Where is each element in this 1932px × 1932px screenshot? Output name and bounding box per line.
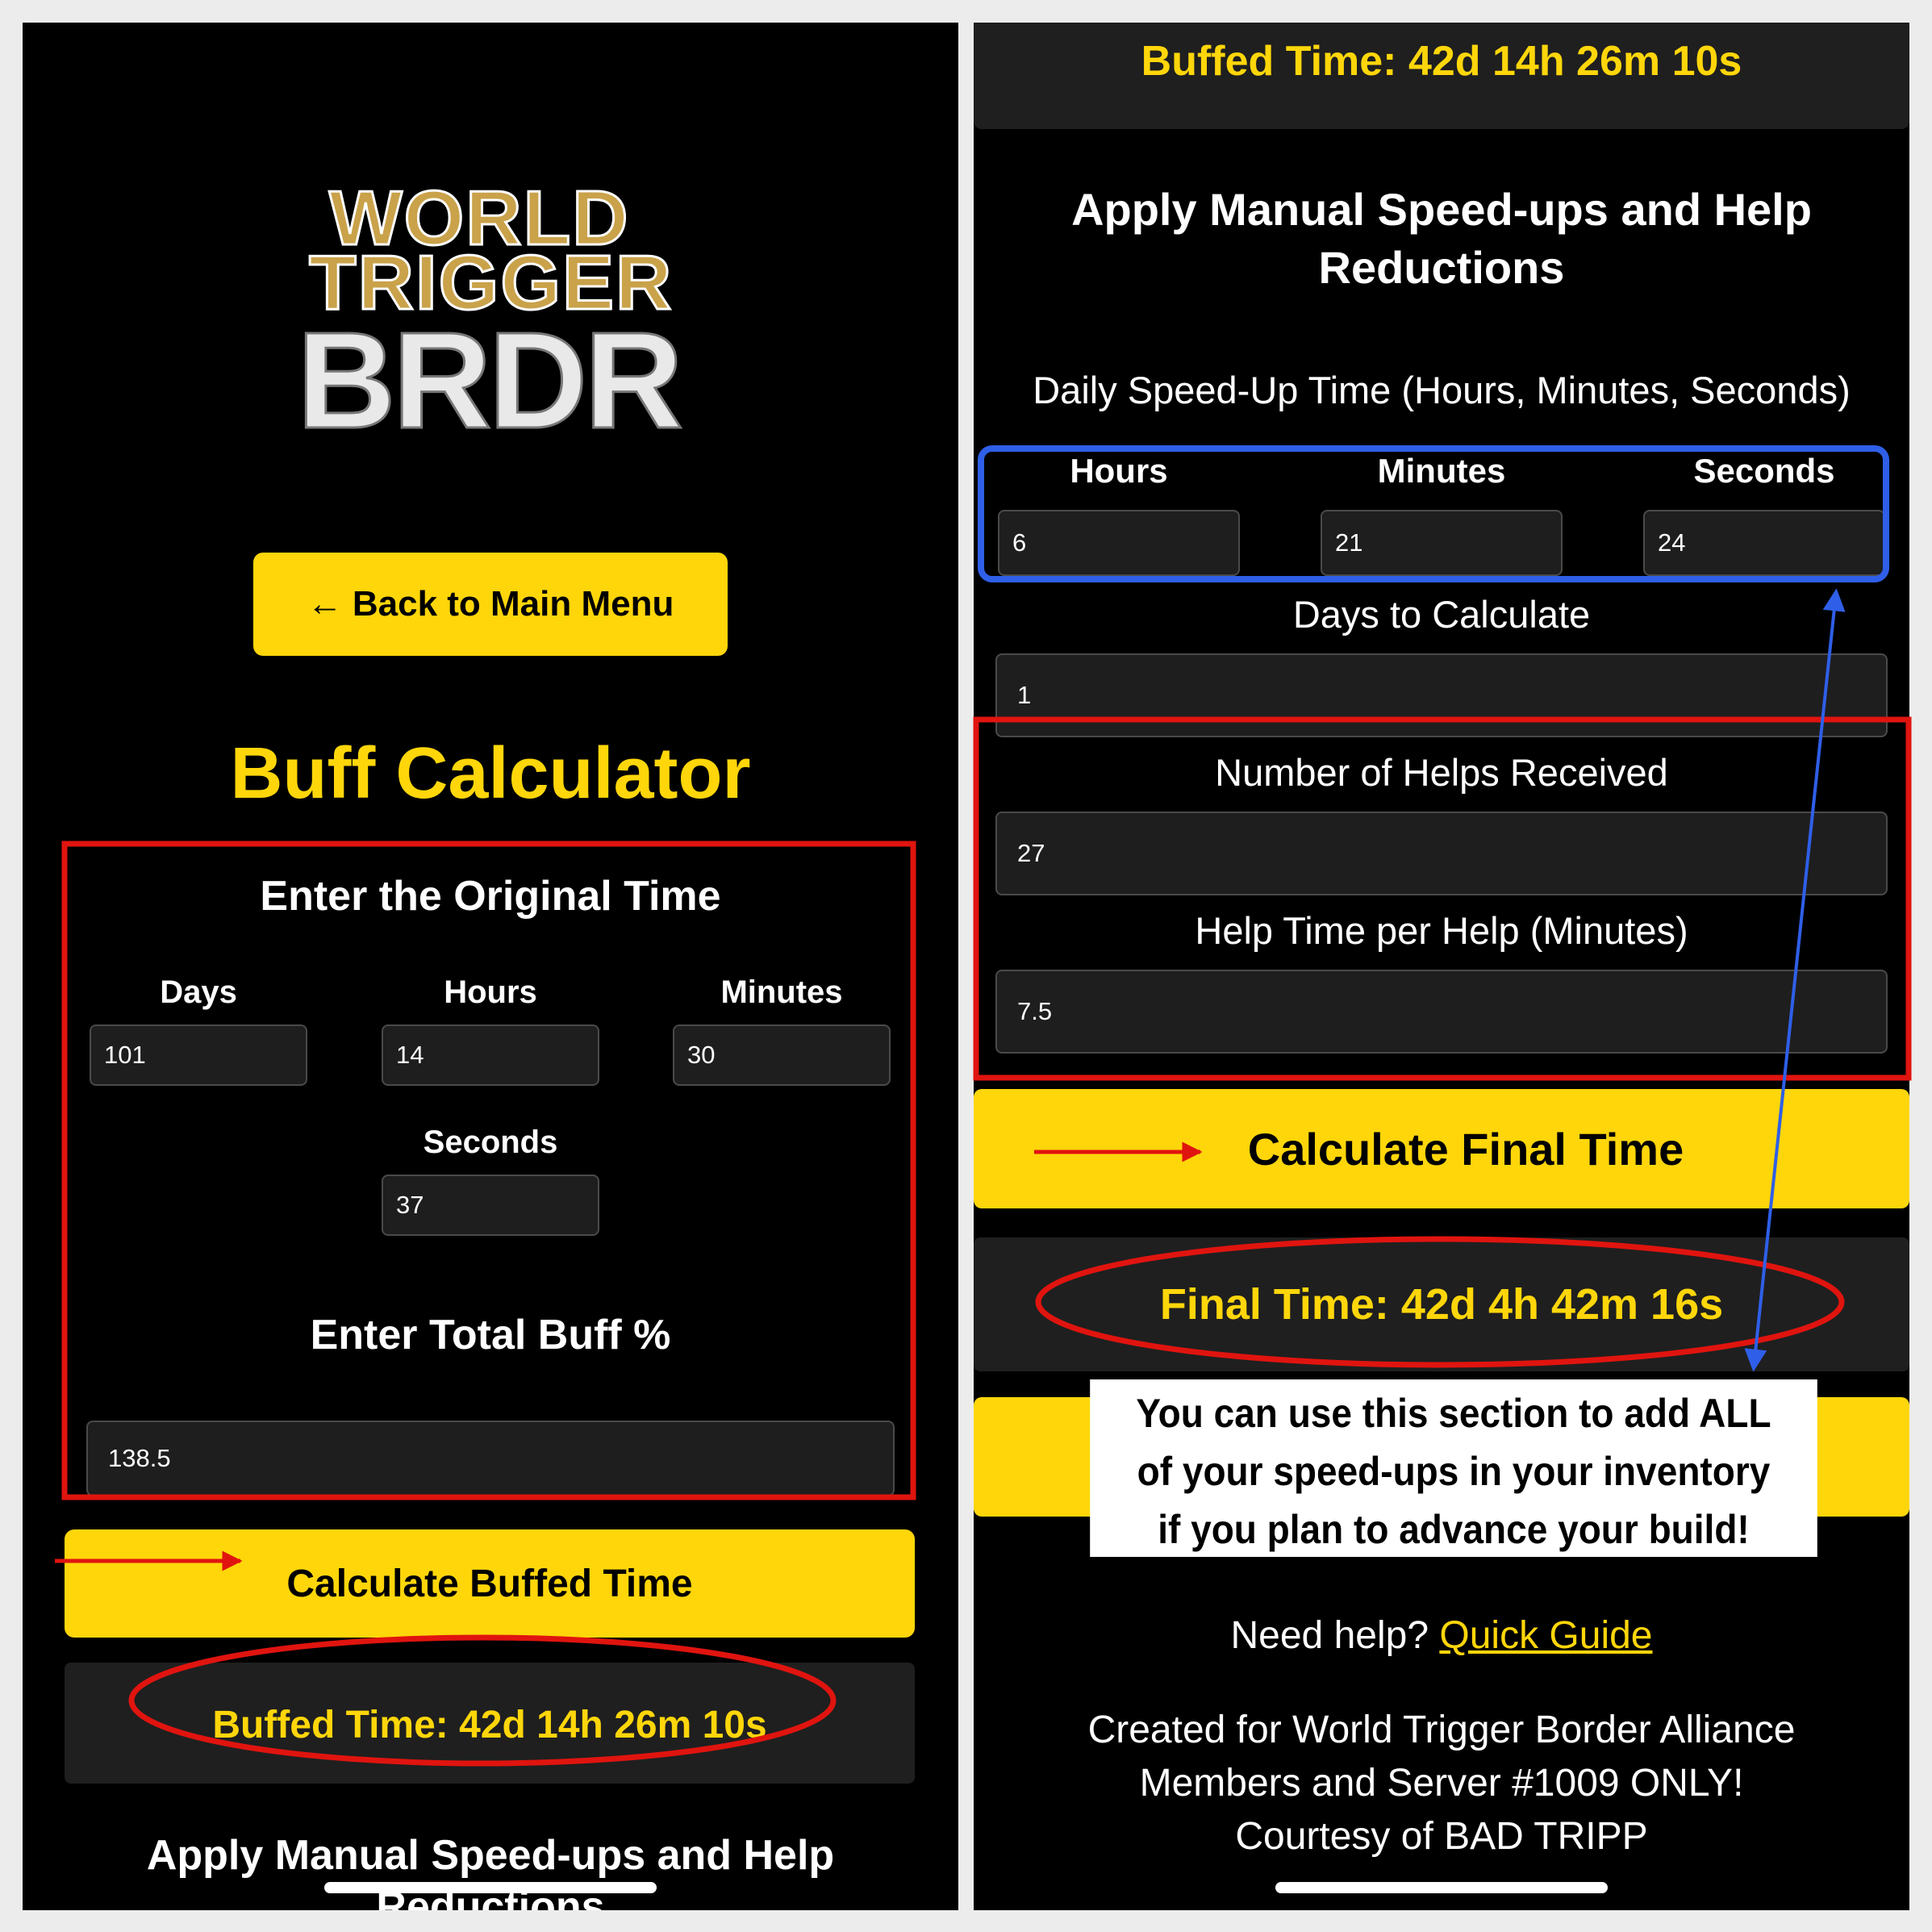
annotation-overlay bbox=[55, 445, 1912, 1767]
original-time-highlight-box bbox=[61, 841, 916, 1500]
helps-highlight-box bbox=[973, 716, 1912, 1081]
speedup-link-arrow bbox=[1744, 588, 1846, 1372]
buffed-time-circle bbox=[128, 1634, 837, 1767]
daily-speedup-highlight-box bbox=[978, 445, 1889, 582]
final-time-circle bbox=[1035, 1236, 1845, 1368]
